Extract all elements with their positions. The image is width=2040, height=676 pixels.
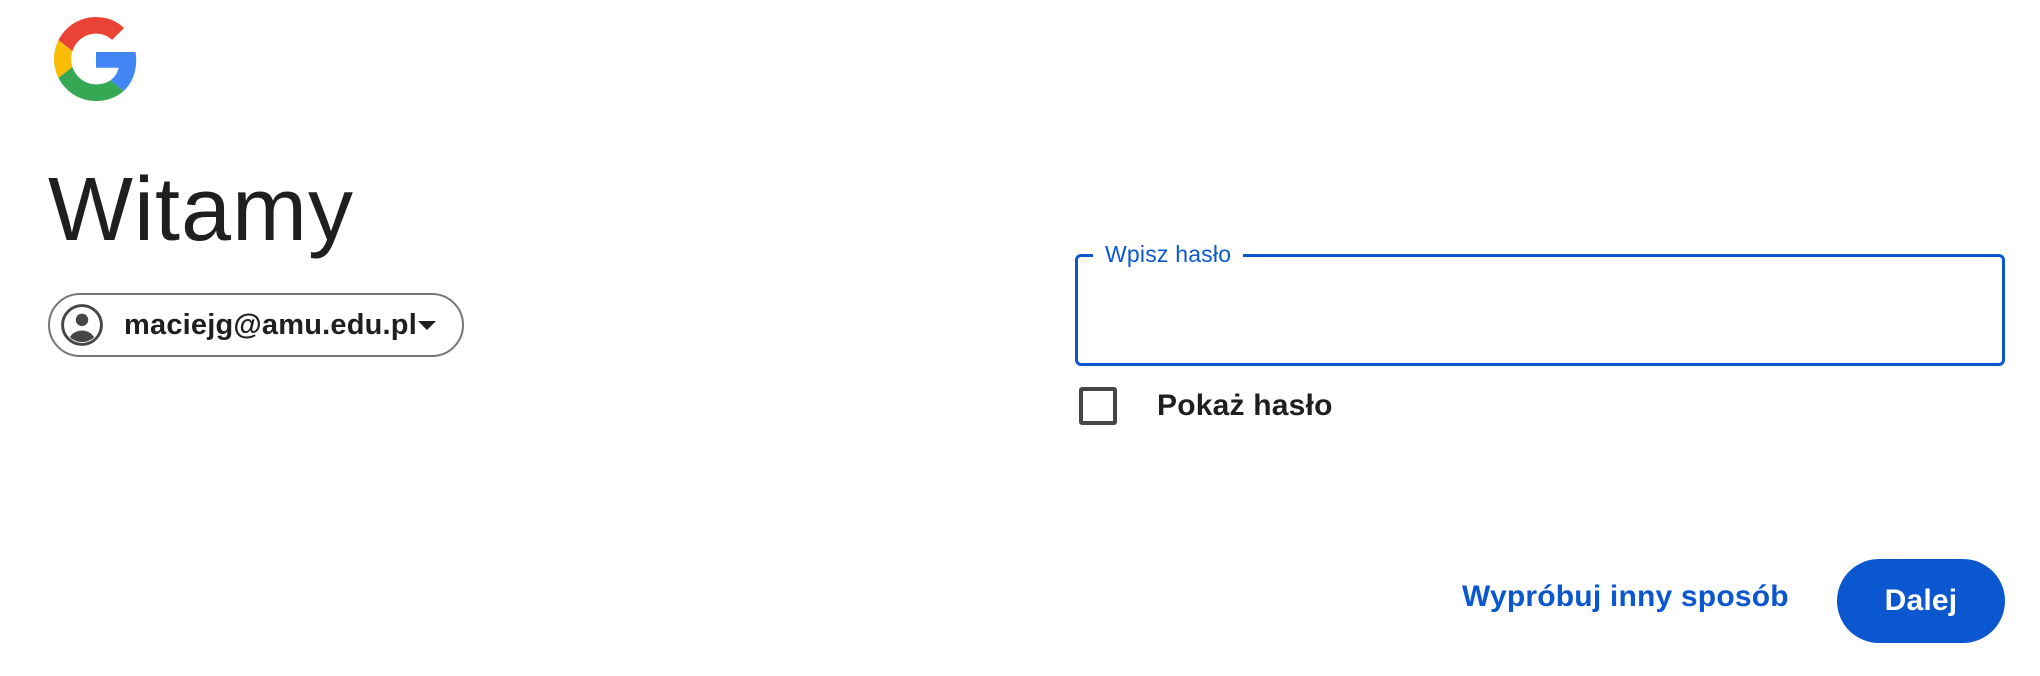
show-password-checkbox[interactable] <box>1079 387 1117 425</box>
google-g-icon <box>54 17 137 101</box>
account-email: maciejg@amu.edu.pl <box>124 308 417 341</box>
google-logo-icon <box>54 17 138 101</box>
show-password-label: Pokaż hasło <box>1157 389 1333 422</box>
account-chooser-button[interactable]: maciejg@amu.edu.pl <box>48 293 464 357</box>
account-circle-icon <box>60 303 104 347</box>
try-another-way-button[interactable]: Wypróbuj inny sposób <box>1462 580 1789 614</box>
page-title: Witamy <box>48 160 354 260</box>
password-field[interactable] <box>1075 254 2005 366</box>
show-password-toggle[interactable]: Pokaż hasło <box>1079 387 1333 425</box>
password-input[interactable] <box>1078 257 2002 363</box>
next-button[interactable]: Dalej <box>1837 559 2005 643</box>
password-field-label: Wpisz hasło <box>1093 238 1244 270</box>
caret-down-icon <box>418 320 436 330</box>
